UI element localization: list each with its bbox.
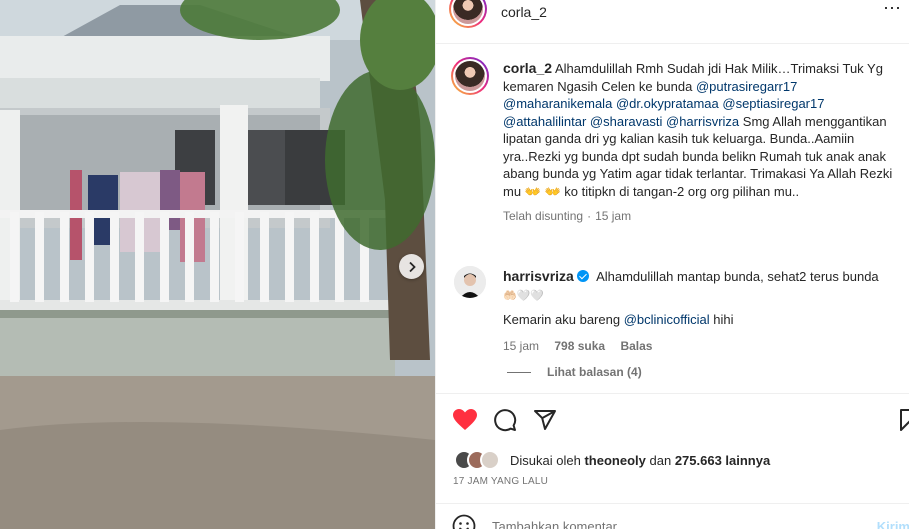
author-avatar[interactable] bbox=[449, 0, 487, 28]
likes-connector: dan bbox=[649, 452, 672, 468]
mention-link[interactable]: @dr.okypratamaa bbox=[616, 96, 719, 111]
post-photo bbox=[0, 0, 435, 529]
author-username[interactable]: corla_2 bbox=[501, 4, 547, 20]
liker-avatar bbox=[480, 450, 500, 470]
share-icon[interactable] bbox=[533, 408, 557, 432]
comment-icon[interactable] bbox=[493, 408, 517, 432]
post-timestamp[interactable]: 17 JAM YANG LALU bbox=[453, 476, 548, 487]
liker-username[interactable]: theoneoly bbox=[584, 453, 645, 468]
comment-likes[interactable]: 798 suka bbox=[554, 339, 605, 353]
save-bookmark-icon[interactable] bbox=[900, 408, 909, 432]
mention-link[interactable]: @harrisvriza bbox=[666, 114, 739, 129]
chevron-right-icon bbox=[408, 261, 416, 272]
view-replies-button[interactable]: Lihat balasan (4) bbox=[507, 365, 642, 379]
comment-meta: 15 jam 798 suka Balas bbox=[503, 339, 905, 353]
add-comment-bar: Tambahkan komentar... Kirim bbox=[436, 503, 909, 529]
comment-input[interactable]: Tambahkan komentar... bbox=[492, 519, 627, 529]
view-replies-label: Lihat balasan (4) bbox=[547, 365, 642, 379]
mention-link[interactable]: @bclinicofficial bbox=[624, 312, 710, 327]
post-comment-button[interactable]: Kirim bbox=[877, 519, 909, 529]
comment-text-line2: Kemarin aku bareng bbox=[503, 312, 624, 327]
like-heart-icon[interactable] bbox=[452, 408, 478, 432]
mention-link[interactable]: @maharanikemala bbox=[503, 96, 612, 111]
post-details-panel: corla_2 ⋯ corla_2 Alhamdulillah Rmh Suda… bbox=[435, 0, 909, 529]
emoji-icon[interactable] bbox=[452, 514, 476, 529]
more-options-icon[interactable]: ⋯ bbox=[883, 0, 902, 19]
post-header: corla_2 ⋯ bbox=[436, 0, 909, 44]
comment-time[interactable]: 15 jam bbox=[503, 339, 539, 353]
caption-text: corla_2 Alhamdulillah Rmh Sudah jdi Hak … bbox=[503, 60, 905, 200]
caption-text-part: Alhamdulillah Rmh Sudah jdi Hak Milik…Tr… bbox=[503, 61, 883, 94]
likes-prefix: Disukai oleh bbox=[510, 452, 581, 468]
caption-emoji: 👐 👐 bbox=[524, 183, 561, 199]
verified-badge-icon bbox=[577, 270, 590, 282]
caption-text-part: ko titipkn di tangan-2 org org pilihan m… bbox=[560, 183, 800, 199]
commenter-avatar[interactable] bbox=[454, 266, 486, 298]
comment-emojis: 🤲🏻🤍🤍 bbox=[503, 289, 545, 302]
caption-avatar[interactable] bbox=[451, 57, 489, 95]
commenter-username[interactable]: harrisvriza bbox=[503, 268, 574, 284]
caption-username[interactable]: corla_2 bbox=[503, 60, 552, 76]
comment-text-suffix: hihi bbox=[709, 312, 734, 327]
divider-line bbox=[507, 371, 531, 373]
caption-meta: Telah disunting · 15 jam bbox=[503, 209, 632, 223]
liker-avatars[interactable] bbox=[454, 450, 502, 470]
reply-button[interactable]: Balas bbox=[620, 339, 652, 353]
commenter-photo bbox=[454, 266, 486, 298]
edited-label: Telah disunting bbox=[503, 209, 584, 223]
mention-link[interactable]: @septiasiregar17 bbox=[722, 96, 824, 111]
caption-time[interactable]: 15 jam bbox=[595, 209, 631, 223]
likes-count[interactable]: 275.663 lainnya bbox=[675, 453, 770, 468]
post-actions: Disukai oleh theoneoly dan 275.663 lainn… bbox=[436, 393, 909, 503]
mention-link[interactable]: @attahalilintar bbox=[503, 114, 586, 129]
likes-summary: Disukai oleh theoneoly dan 275.663 lainn… bbox=[454, 450, 770, 470]
mention-link[interactable]: @sharavasti bbox=[590, 114, 662, 129]
house-photo-illustration bbox=[0, 0, 435, 529]
comment-text: Alhamdulillah mantap bunda, sehat2 terus… bbox=[596, 269, 879, 284]
mention-link[interactable]: @putrasiregarr17 bbox=[696, 79, 797, 94]
next-image-button[interactable] bbox=[399, 254, 424, 279]
